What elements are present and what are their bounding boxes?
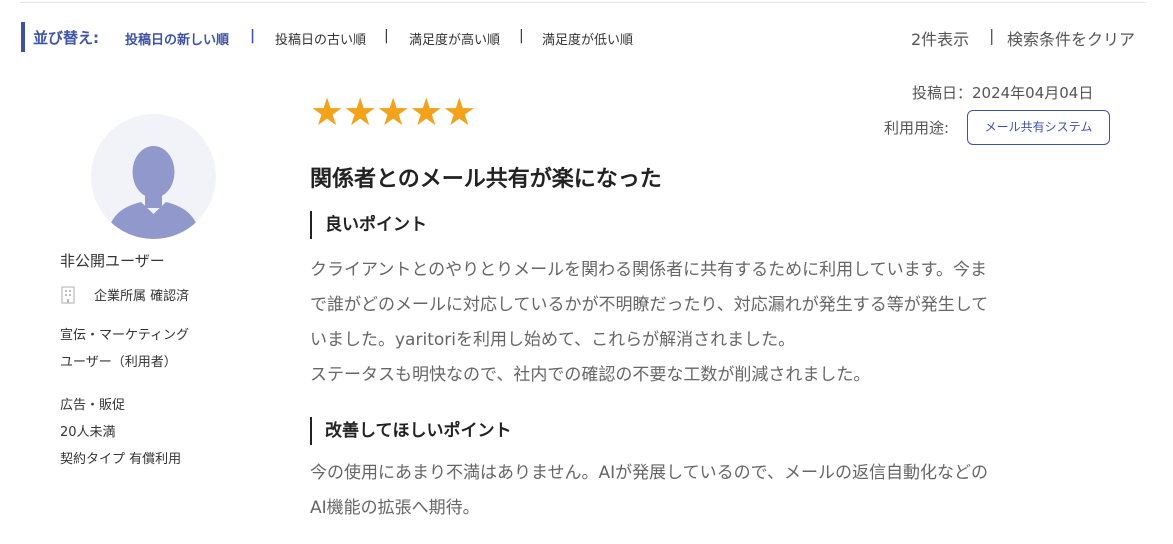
star-rating: ★★★★★ [310,90,476,134]
sort-accent-bar [21,22,25,52]
results-count: 2件表示 [911,30,970,49]
good-points-line: ステータスも明快なので、社内での確認の不要な工数が削減されました。 [310,365,871,385]
reviewer-company-size: 20人未満 [60,425,116,440]
reviewer-industry: 広告・販促 [60,398,126,413]
good-points-heading: 良いポイント [310,211,427,239]
review-title: 関係者とのメール共有が楽になった [310,167,662,192]
clear-search-link[interactable]: 検索条件をクリア [1007,26,1135,50]
reviewer-role: ユーザー（利用者） [60,355,177,370]
company-status: 企業所属 確認済 [94,289,190,304]
good-points-line: いました。yaritoriを利用し始めて、これらが解消されました。 [310,330,796,350]
user-silhouette-icon [107,146,200,239]
usage-label: 利用用途: [884,119,950,137]
improvement-points-text: 今の使用にあまり不満はありません。AIが発展しているので、メールの返信自動化など… [310,456,1110,526]
avatar [91,114,216,239]
top-divider [20,2,1146,3]
good-points-line: で誰がどのメールに対応しているかが不明瞭だったり、対応漏れが発生する等が発生して [310,295,989,315]
sort-option-highest-satisfaction[interactable]: 満足度が高い順 [409,29,500,48]
improvement-points-heading: 改善してほしいポイント [310,417,512,445]
improvement-points-line: 今の使用にあまり不満はありません。AIが発展しているので、メールの返信自動化など… [310,463,988,483]
sort-separator: | [384,28,389,44]
sort-separator: | [250,28,256,44]
good-points-text: クライアントとのやりとりメールを関わる関係者に共有するために利用しています。今ま… [310,253,1110,393]
good-points-line: クライアントとのやりとりメールを関わる関係者に共有するために利用しています。今ま [310,260,987,280]
sort-option-oldest[interactable]: 投稿日の古い順 [275,29,366,48]
company-verified: 企業所属 確認済 [60,285,189,304]
results-separator: | [989,26,995,45]
reviewer-department: 宣伝・マーケティング [60,328,189,343]
improvement-points-line: AI機能の拡張へ期待。 [310,498,480,518]
sort-separator: | [519,28,524,44]
building-icon [61,286,75,304]
reviewer-contract-type: 契約タイプ 有償利用 [60,452,182,467]
sort-title: 並び替え: [33,29,99,47]
sort-option-lowest-satisfaction[interactable]: 満足度が低い順 [542,29,633,48]
post-date: 投稿日：2024年04月04日 [912,84,1094,102]
reviewer-name: 非公開ユーザー [60,252,165,270]
sort-option-newest[interactable]: 投稿日の新しい順 [125,29,229,48]
usage-tag[interactable]: メール共有システム [967,110,1110,145]
sort-bar: 並び替え: 投稿日の新しい順 | 投稿日の古い順 | 満足度が高い順 | 満足度… [21,22,1151,52]
